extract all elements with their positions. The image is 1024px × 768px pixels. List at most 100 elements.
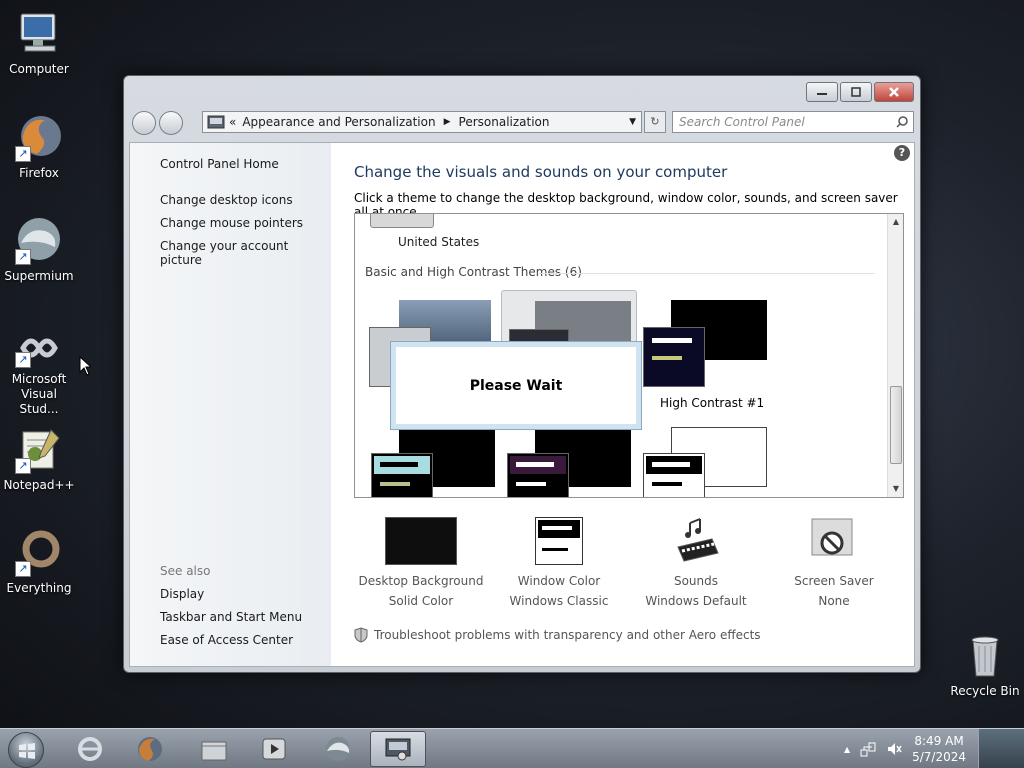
left-pane: Control Panel Home Change desktop icons … — [130, 143, 331, 666]
everything-icon: ↗ — [15, 529, 63, 577]
breadcrumb-appearance[interactable]: Appearance and Personalization — [242, 115, 435, 129]
internet-explorer-icon — [78, 737, 102, 761]
scroll-up-icon[interactable]: ▲ — [888, 214, 903, 230]
navigation-bar: « Appearance and Personalization ▶ Perso… — [132, 110, 914, 136]
window-color-title: Window Color — [517, 574, 601, 588]
recycle-bin-icon — [961, 632, 1009, 680]
firefox-icon: ↗ — [15, 114, 63, 162]
taskbar-internet-explorer[interactable] — [62, 731, 118, 767]
theme-list-scrollbar[interactable]: ▲ ▼ — [887, 214, 903, 497]
breadcrumb-separator-icon[interactable]: ▶ — [444, 117, 451, 127]
close-icon — [889, 87, 899, 97]
notepadpp-icon: ↗ — [15, 426, 63, 474]
desktop-icon-label: Firefox — [19, 166, 59, 180]
clock-time: 8:49 AM — [914, 734, 964, 748]
refresh-button[interactable]: ↻ — [644, 111, 666, 133]
help-icon[interactable]: ? — [894, 145, 910, 161]
sounds-button[interactable]: Sounds Windows Default — [626, 517, 766, 611]
theme-group-heading: Basic and High Contrast Themes (6) — [365, 265, 582, 279]
taskbar: ▲ 8:49 AM 5/7/2024 — [0, 728, 1024, 768]
breadcrumb-overflow[interactable]: « — [229, 115, 236, 129]
window-color-button[interactable]: Window Color Windows Classic — [489, 517, 629, 611]
taskbar-supermium[interactable] — [310, 731, 366, 767]
maximize-button[interactable] — [840, 82, 872, 102]
change-desktop-icons-link[interactable]: Change desktop icons — [160, 193, 293, 207]
scroll-thumb[interactable] — [890, 386, 902, 464]
troubleshoot-link[interactable]: Troubleshoot problems with transparency … — [354, 627, 761, 643]
tray-expand-icon[interactable]: ▲ — [844, 745, 850, 754]
desktop-icon-label: Supermium — [4, 269, 74, 283]
taskbar-start-menu-link[interactable]: Taskbar and Start Menu — [160, 610, 302, 624]
windows-logo-icon — [19, 743, 35, 759]
volume-muted-icon[interactable] — [886, 741, 902, 757]
desktop-background-icon — [385, 517, 457, 565]
window-controls — [806, 82, 914, 102]
change-mouse-pointers-link[interactable]: Change mouse pointers — [160, 216, 303, 230]
restore-icon — [851, 87, 861, 97]
supermium-icon — [326, 737, 350, 761]
visual-studio-icon: ↗ — [15, 328, 63, 368]
theme-windows-classic-selected[interactable] — [501, 290, 637, 351]
clock[interactable]: 8:49 AM 5/7/2024 — [912, 733, 966, 765]
main-pane: ? Change the visuals and sounds on your … — [331, 143, 914, 666]
address-dropdown-icon[interactable]: ▼ — [629, 117, 636, 127]
breadcrumb-personalization[interactable]: Personalization — [459, 115, 550, 129]
desktop-icon-firefox[interactable]: ↗ Firefox — [2, 114, 76, 181]
close-button[interactable] — [874, 82, 914, 102]
sounds-title: Sounds — [673, 574, 719, 588]
computer-icon — [15, 10, 63, 58]
personalization-window: « Appearance and Personalization ▶ Perso… — [123, 75, 921, 673]
taskbar-firefox[interactable] — [122, 731, 178, 767]
desktop-background-value: Solid Color — [388, 594, 454, 608]
desktop-icon-label: Everything — [6, 581, 72, 595]
theme-label-high-contrast-1: High Contrast #1 — [660, 396, 765, 410]
desktop-icon-recycle-bin[interactable]: Recycle Bin — [948, 632, 1022, 699]
folder-icon — [201, 741, 227, 761]
screen-saver-title: Screen Saver — [794, 574, 874, 588]
scroll-down-icon[interactable]: ▼ — [888, 481, 903, 497]
see-also-label: See also — [160, 564, 211, 578]
minimize-icon — [817, 93, 827, 95]
screen-saver-button[interactable]: Screen Saver None — [764, 517, 904, 611]
troubleshoot-text: Troubleshoot problems with transparency … — [374, 628, 761, 642]
search-icon[interactable] — [896, 116, 908, 128]
sounds-value: Windows Default — [645, 594, 747, 608]
desktop-icon-label: Notepad++ — [3, 478, 75, 492]
desktop-icon-supermium[interactable]: ↗ Supermium — [2, 217, 76, 284]
search-input[interactable]: Search Control Panel — [672, 111, 914, 133]
desktop-background-button[interactable]: Desktop Background Solid Color — [351, 517, 491, 611]
desktop-icon-notepadpp[interactable]: ↗ Notepad++ — [2, 426, 76, 493]
desktop-icon-visual-studio[interactable]: ↗ Microsoft Visual Stud... — [2, 328, 76, 417]
change-account-picture-link[interactable]: Change your account picture — [160, 239, 331, 267]
please-wait-text: Please Wait — [469, 377, 563, 394]
address-bar[interactable]: « Appearance and Personalization ▶ Perso… — [202, 111, 642, 133]
minimize-button[interactable] — [806, 82, 838, 102]
control-panel-home-link[interactable]: Control Panel Home — [160, 157, 279, 171]
shortcut-arrow-icon: ↗ — [15, 146, 31, 162]
back-button[interactable] — [132, 111, 156, 135]
desktop-icon-label: Microsoft Visual Stud... — [11, 372, 67, 416]
show-desktop-button[interactable] — [978, 729, 1024, 768]
desktop-icon-everything[interactable]: ↗ Everything — [2, 529, 76, 596]
network-icon[interactable] — [860, 741, 876, 757]
window-color-icon — [535, 517, 583, 565]
supermium-icon: ↗ — [15, 217, 63, 265]
forward-button[interactable] — [159, 111, 183, 135]
desktop-icon-computer[interactable]: Computer — [2, 10, 76, 77]
display-link[interactable]: Display — [160, 587, 204, 601]
firefox-icon — [138, 737, 162, 761]
theme-thumbnail-partial[interactable] — [370, 214, 434, 228]
ease-of-access-link[interactable]: Ease of Access Center — [160, 633, 293, 647]
desktop-icon-label: Computer — [9, 62, 69, 76]
desktop-background-title: Desktop Background — [358, 574, 484, 588]
start-button[interactable] — [8, 732, 44, 768]
clock-date: 5/7/2024 — [912, 750, 966, 764]
shortcut-arrow-icon: ↗ — [15, 458, 31, 474]
theme-list[interactable]: United States Basic and High Contrast Th… — [354, 213, 904, 498]
system-tray: ▲ 8:49 AM 5/7/2024 — [844, 729, 966, 768]
taskbar-control-panel[interactable] — [370, 731, 426, 767]
taskbar-media-player[interactable] — [246, 731, 302, 767]
group-divider — [539, 273, 875, 274]
taskbar-file-explorer[interactable] — [186, 731, 242, 767]
theme-label-united-states: United States — [398, 235, 480, 249]
